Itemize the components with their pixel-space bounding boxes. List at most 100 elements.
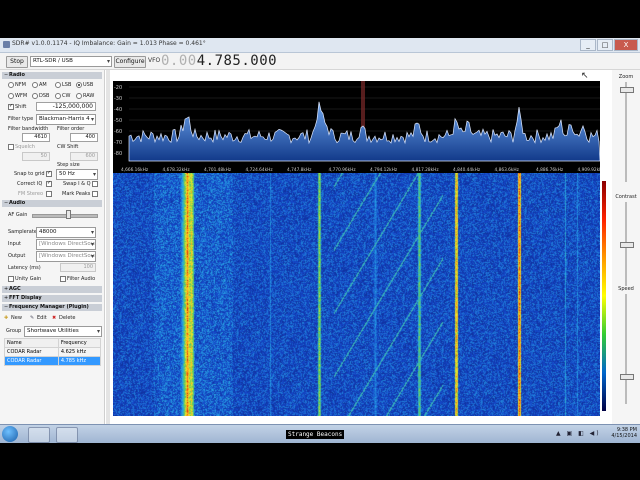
latency-input[interactable]: 100 bbox=[60, 263, 96, 272]
mode-dsb-radio[interactable] bbox=[32, 93, 38, 99]
maximize-button[interactable]: □ bbox=[597, 39, 613, 51]
squelch-checkbox[interactable] bbox=[8, 144, 14, 150]
mode-am-radio[interactable] bbox=[32, 82, 38, 88]
input-select[interactable]: [Windows DirectSound] ... bbox=[36, 239, 96, 250]
display-settings-panel: Zoom Contrast Speed bbox=[612, 70, 640, 442]
start-button[interactable] bbox=[2, 426, 18, 442]
zoom-slider-thumb[interactable] bbox=[620, 86, 634, 93]
minimize-button[interactable]: _ bbox=[580, 39, 596, 51]
configure-button[interactable]: Configure bbox=[114, 56, 146, 68]
agc-section-header[interactable]: AGC bbox=[2, 286, 102, 293]
y-tick-label: -50 bbox=[114, 118, 122, 124]
stop-button[interactable]: Stop bbox=[6, 56, 28, 68]
radio-section-header[interactable]: Radio bbox=[2, 72, 102, 79]
window-controls: _ □ X bbox=[580, 39, 638, 51]
contrast-slider-thumb[interactable] bbox=[620, 242, 634, 248]
shift-label: Shift bbox=[15, 104, 27, 110]
row-frequency-cell: 4.785 kHz bbox=[57, 356, 102, 366]
filter-audio-label: Filter Audio bbox=[67, 276, 96, 282]
step-size-label: Step size bbox=[57, 162, 80, 168]
y-tick-label: -30 bbox=[114, 96, 122, 102]
unity-gain-label: Unity Gain bbox=[15, 276, 42, 282]
squelch-input[interactable]: 50 bbox=[22, 152, 50, 161]
mode-am-label: AM bbox=[39, 82, 47, 88]
row-frequency-cell: 4.625 kHz bbox=[57, 347, 102, 357]
mark-peaks-label: Mark Peaks bbox=[62, 191, 91, 197]
vfo-digits: 4.785.000 bbox=[196, 53, 278, 69]
samplerate-select[interactable]: 48000 bbox=[36, 227, 96, 238]
cw-shift-label: CW Shift bbox=[57, 144, 79, 150]
filter-bandwidth-label: Filter bandwidth bbox=[8, 126, 49, 132]
shift-input[interactable]: -125,000,000 bbox=[36, 102, 96, 111]
input-label: Input bbox=[8, 241, 21, 247]
mark-peaks-checkbox[interactable] bbox=[92, 191, 98, 197]
zoom-slider[interactable] bbox=[625, 82, 627, 182]
column-header-frequency[interactable]: Frequency bbox=[57, 338, 102, 348]
tray-icons[interactable]: ▲ ▣ ◧ ◀) bbox=[556, 430, 601, 437]
filter-bandwidth-input[interactable]: 4610 bbox=[22, 133, 50, 142]
table-header-row: Name Frequency bbox=[4, 338, 102, 348]
step-size-select[interactable]: 50 Hz bbox=[56, 169, 98, 180]
mode-cw-radio[interactable] bbox=[55, 93, 61, 99]
unity-gain-checkbox[interactable] bbox=[8, 276, 14, 282]
source-select[interactable]: RTL-SDR / USB bbox=[30, 56, 112, 67]
y-tick-label: -60 bbox=[114, 129, 122, 135]
correct-iq-checkbox[interactable] bbox=[46, 180, 52, 187]
table-row[interactable]: CODAR Radar 4.625 kHz bbox=[4, 347, 102, 357]
mode-usb-radio[interactable] bbox=[76, 82, 82, 88]
frequency-table: Name Frequency CODAR Radar 4.625 kHz COD… bbox=[4, 338, 102, 366]
shift-checkbox[interactable] bbox=[8, 103, 14, 110]
vfo-frequency-display[interactable]: 0.004.785.000 bbox=[161, 53, 277, 69]
zoom-label: Zoom bbox=[618, 74, 634, 80]
panel-scrollbar[interactable] bbox=[106, 70, 110, 442]
fm-stereo-checkbox[interactable] bbox=[46, 191, 52, 197]
new-button[interactable]: New bbox=[11, 315, 22, 321]
row-name-cell: CODAR Radar bbox=[4, 347, 59, 357]
cw-shift-input[interactable]: 600 bbox=[70, 152, 98, 161]
frequency-manager-section-header[interactable]: Frequency Manager (Plugin) bbox=[2, 304, 102, 311]
group-select[interactable]: Shortwave Utilities bbox=[24, 326, 102, 337]
af-gain-label: AF Gain bbox=[8, 212, 28, 218]
column-header-name[interactable]: Name bbox=[4, 338, 59, 348]
edit-icon: ✎ bbox=[30, 315, 35, 321]
tray-clock[interactable]: 9:38 PM 4/15/2014 bbox=[611, 427, 637, 439]
waterfall-display[interactable] bbox=[113, 173, 600, 416]
y-tick-label: -80 bbox=[114, 151, 122, 157]
video-caption: Strange Beacons bbox=[286, 430, 345, 439]
latency-label: Latency (ms) bbox=[8, 265, 41, 271]
output-label: Output bbox=[8, 253, 26, 259]
y-tick-label: -40 bbox=[114, 107, 122, 113]
af-gain-slider-thumb[interactable] bbox=[66, 210, 72, 219]
mode-raw-radio[interactable] bbox=[76, 93, 82, 99]
table-row-selected[interactable]: CODAR Radar 4.785 kHz bbox=[4, 356, 102, 366]
taskbar-app-sdrsharp[interactable] bbox=[28, 427, 50, 443]
edit-button[interactable]: Edit bbox=[37, 315, 47, 321]
filter-order-input[interactable]: 400 bbox=[70, 133, 98, 142]
speed-slider[interactable] bbox=[625, 294, 627, 404]
mode-raw-label: RAW bbox=[83, 93, 95, 99]
delete-icon: ✖ bbox=[52, 315, 57, 321]
audio-section-header[interactable]: Audio bbox=[2, 200, 102, 207]
mode-lsb-radio[interactable] bbox=[55, 82, 61, 88]
taskbar-app-window[interactable] bbox=[56, 427, 78, 443]
output-select[interactable]: [Windows DirectSound] ... bbox=[36, 251, 96, 262]
speed-slider-thumb[interactable] bbox=[620, 373, 634, 380]
close-button[interactable]: X bbox=[614, 39, 638, 51]
mode-nfm-radio[interactable] bbox=[8, 82, 14, 88]
filter-audio-checkbox[interactable] bbox=[60, 276, 66, 282]
filter-type-select[interactable]: Blackman-Harris 4 bbox=[36, 114, 96, 125]
sdrsharp-window: SDR# v1.0.0.1174 - IQ Imbalance: Gain = … bbox=[0, 38, 640, 442]
fm-stereo-label: FM Stereo bbox=[18, 191, 44, 197]
vfo-label: VFO bbox=[148, 57, 161, 64]
spectrum-y-ticks: -20 -30 -40 -50 -60 -70 -80 bbox=[114, 85, 122, 157]
snap-to-grid-checkbox[interactable] bbox=[46, 170, 52, 177]
y-tick-label: -20 bbox=[114, 85, 122, 91]
af-gain-slider[interactable] bbox=[32, 214, 98, 218]
fft-display-section-header[interactable]: FFT Display bbox=[2, 295, 102, 302]
swap-iq-checkbox[interactable] bbox=[92, 181, 98, 187]
snap-to-grid-label: Snap to grid bbox=[14, 171, 45, 177]
mode-wfm-label: WFM bbox=[15, 93, 28, 99]
mode-wfm-radio[interactable] bbox=[8, 93, 14, 99]
spectrum-analyzer[interactable]: -20-30-40-50-60-70-80 4,666.16kHz 4,678.3… bbox=[113, 81, 600, 173]
delete-button[interactable]: Delete bbox=[59, 315, 75, 321]
